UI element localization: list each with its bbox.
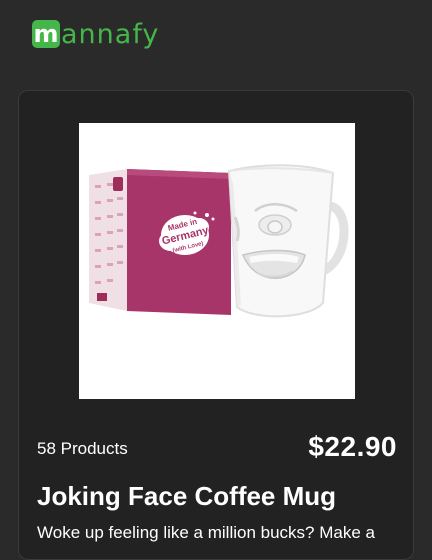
mug-and-box-illustration: Made in Germany (with Love) [89, 164, 349, 318]
product-image[interactable]: Made in Germany (with Love) [79, 123, 355, 399]
logo-wordmark: annafy [61, 18, 160, 50]
product-price: $22.90 [308, 431, 397, 462]
product-meta-row: 58 Products $22.90 [37, 431, 397, 467]
logo-badge: m [32, 20, 60, 48]
product-title[interactable]: Joking Face Coffee Mug [37, 481, 336, 512]
product-count: 58 Products [37, 439, 128, 458]
mannafy-logo[interactable]: m annafy [32, 20, 159, 48]
product-description: Woke up feeling like a million bucks? Ma… [37, 523, 375, 542]
header: m annafy [0, 0, 432, 80]
product-card[interactable]: Made in Germany (with Love) 58 Products … [18, 90, 414, 560]
